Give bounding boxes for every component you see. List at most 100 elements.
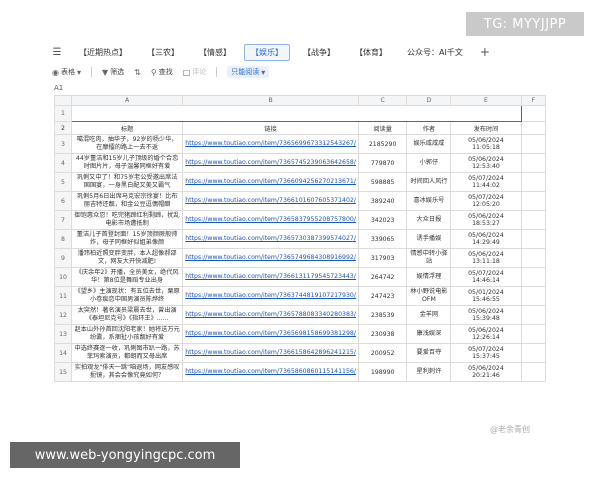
row-header[interactable]: 15 <box>54 362 73 382</box>
author-cell[interactable]: 小郭仔 <box>406 153 452 173</box>
cell[interactable] <box>520 267 546 287</box>
time-cell[interactable]: 05/07/2024 14:46:14 <box>450 267 522 287</box>
time-cell[interactable]: 05/06/2024 13:11:18 <box>450 248 522 268</box>
author-cell[interactable]: 金羊网 <box>406 305 452 325</box>
cell[interactable] <box>520 210 546 230</box>
header-views[interactable]: 阅读量 <box>357 121 408 135</box>
cell[interactable] <box>520 191 546 211</box>
row-header[interactable]: 8 <box>54 229 73 249</box>
author-cell[interactable]: 时间回人风行 <box>406 172 452 192</box>
cell-reference[interactable]: A1 <box>54 84 63 94</box>
column-header-c[interactable]: C <box>357 95 408 106</box>
title-cell[interactable]: 董洁儿子首登封面！15岁顶颜厥般帅炸，母子同框好似姐弟像颜 <box>71 229 184 249</box>
views-cell[interactable]: 238539 <box>357 305 408 325</box>
views-cell[interactable]: 264742 <box>357 267 408 287</box>
cell[interactable] <box>520 134 546 154</box>
tab-war[interactable]: 【战争】 <box>296 44 342 61</box>
title-cell[interactable]: 御饱惠众忍！吃完猪蹄红利剩蹄，扰乱电影市场遭抵制 <box>71 210 184 230</box>
header-author[interactable]: 作者 <box>406 121 452 135</box>
row-header[interactable]: 5 <box>54 172 73 192</box>
time-cell[interactable]: 05/07/2024 11:44:02 <box>450 172 522 192</box>
cell[interactable] <box>520 121 546 135</box>
view-mode-dropdown[interactable]: 只能阅读 ▾ <box>227 66 270 78</box>
author-cell[interactable]: 要爱百夺 <box>406 343 452 363</box>
row-header[interactable]: 6 <box>54 191 73 211</box>
header-title[interactable]: 标题 <box>71 121 184 135</box>
tab-recent-hot[interactable]: 【近期热点】 <box>72 44 134 61</box>
link-cell[interactable]: https://www.toutiao.com/item/73657496843… <box>182 248 359 268</box>
title-cell[interactable]: 太突然！著名演员梁晨去世，曾出演《泰坦尼克号》《指环王》...... <box>71 305 184 325</box>
corner-cell[interactable] <box>54 95 73 106</box>
views-cell[interactable]: 230938 <box>357 324 408 344</box>
link-cell[interactable]: https://www.toutiao.com/item/73656981586… <box>182 324 359 344</box>
link-cell[interactable]: https://www.toutiao.com/item/73637448191… <box>182 286 359 306</box>
author-cell[interactable]: 星利刺许 <box>406 362 452 382</box>
column-header-b[interactable]: B <box>182 95 359 106</box>
time-cell[interactable]: 05/06/2024 14:29:49 <box>450 229 522 249</box>
link-cell[interactable]: https://www.toutiao.com/item/73656996733… <box>182 134 359 154</box>
link-cell[interactable]: https://www.toutiao.com/item/73657303873… <box>182 229 359 249</box>
views-cell[interactable]: 198990 <box>357 362 408 382</box>
cell[interactable] <box>520 105 546 122</box>
comment-button[interactable]: □ 评论 <box>183 67 207 77</box>
filter-button[interactable]: ▼ 筛选 <box>102 67 124 77</box>
header-time[interactable]: 发布时间 <box>450 121 522 135</box>
row-header[interactable]: 1 <box>54 105 73 122</box>
link-cell[interactable]: https://www.toutiao.com/item/73661016076… <box>182 191 359 211</box>
cell[interactable] <box>520 305 546 325</box>
title-cell[interactable]: 巩俐又中了！和75岁老公受邀出席法国国宴，一身黑白配又美又霸气 <box>71 172 184 192</box>
title-cell[interactable]: 实拍观龙"俳天一跳"咱退场，网友感叹扼镜，其会会像究竟如何？ <box>71 362 184 382</box>
cell[interactable] <box>520 229 546 249</box>
time-cell[interactable]: 05/07/2024 15:37:45 <box>450 343 522 363</box>
row-header[interactable]: 9 <box>54 248 73 268</box>
views-cell[interactable]: 342023 <box>357 210 408 230</box>
views-cell[interactable]: 779870 <box>357 153 408 173</box>
cell[interactable] <box>520 172 546 192</box>
row-header[interactable]: 3 <box>54 134 73 154</box>
link-cell[interactable]: https://www.toutiao.com/item/73660942562… <box>182 172 359 192</box>
row-header[interactable]: 4 <box>54 153 73 173</box>
row-header[interactable]: 13 <box>54 324 73 344</box>
cell[interactable] <box>520 153 546 173</box>
time-cell[interactable]: 05/07/2024 12:05:20 <box>450 191 522 211</box>
tab-emotion[interactable]: 【情感】 <box>192 44 238 61</box>
time-cell[interactable]: 05/06/2024 15:39:48 <box>450 305 522 325</box>
author-cell[interactable]: 娱乐咸咸咸 <box>406 134 452 154</box>
sheet-menu-icon[interactable]: ☰ <box>50 46 64 58</box>
time-cell[interactable]: 05/06/2024 20:21:46 <box>450 362 522 382</box>
views-cell[interactable]: 2185290 <box>357 134 408 154</box>
title-cell[interactable]: 巩俐5月6日出席马克宏宗徐宴！比布丽吉特还靓，和金公豆逗偶帽醋 <box>71 191 184 211</box>
author-cell[interactable]: 情感中转小驿站 <box>406 248 452 268</box>
link-cell[interactable]: https://www.toutiao.com/item/73661311795… <box>182 267 359 287</box>
link-cell[interactable]: https://www.toutiao.com/item/73657452390… <box>182 153 359 173</box>
header-link[interactable]: 链接 <box>182 121 359 135</box>
cell[interactable] <box>520 362 546 382</box>
time-cell[interactable]: 05/06/2024 12:53:40 <box>450 153 522 173</box>
column-header-e[interactable]: E <box>450 95 522 106</box>
views-cell[interactable]: 598885 <box>357 172 408 192</box>
time-cell[interactable]: 05/01/2024 15:46:55 <box>450 286 522 306</box>
link-cell[interactable]: https://www.toutiao.com/item/73658608601… <box>182 362 359 382</box>
theme-button[interactable]: ◉ 表格 ▾ <box>52 67 81 77</box>
title-cell[interactable]: 中选终赛逐一收，巩俐图市趴一路，苏菲玛索演员，都朗而又母出席 <box>71 343 184 363</box>
link-cell[interactable]: https://www.toutiao.com/item/73658379552… <box>182 210 359 230</box>
views-cell[interactable]: 317903 <box>357 248 408 268</box>
time-cell[interactable]: 05/06/2024 18:53:27 <box>450 210 522 230</box>
author-cell[interactable]: 大众日报 <box>406 210 452 230</box>
row-header[interactable]: 2 <box>54 121 73 135</box>
title-cell[interactable]: 《望乡》主演现状：有五位去世，栗原小卷痴恋中国男演员陈烨终 <box>71 286 184 306</box>
views-cell[interactable]: 247423 <box>357 286 408 306</box>
author-cell[interactable]: 诱手播娱 <box>406 229 452 249</box>
find-button[interactable]: ⚲ 查找 <box>151 67 173 77</box>
add-sheet-button[interactable]: + <box>476 45 494 59</box>
row-header[interactable]: 12 <box>54 305 73 325</box>
tab-entertainment[interactable]: 【娱乐】 <box>244 43 290 61</box>
tab-sports[interactable]: 【体育】 <box>348 44 394 61</box>
selected-cell-a1[interactable] <box>71 105 522 122</box>
column-header-a[interactable]: A <box>71 95 184 106</box>
title-cell[interactable]: 噶混吃肉，抽华子，92岁的杨少华，在摩擂的路上一去不返 <box>71 134 184 154</box>
cell[interactable] <box>520 248 546 268</box>
column-header-f[interactable]: F <box>520 95 546 106</box>
row-header[interactable]: 11 <box>54 286 73 306</box>
row-header[interactable]: 14 <box>54 343 73 363</box>
